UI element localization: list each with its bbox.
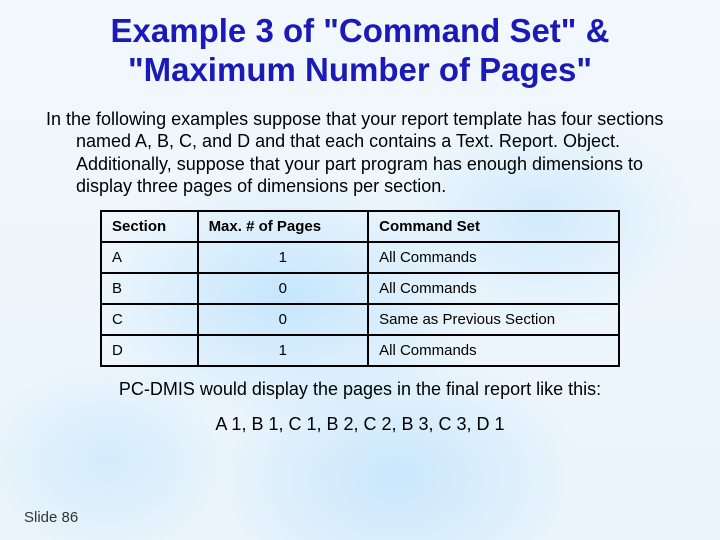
cell-section: B (101, 273, 198, 304)
table-row: B 0 All Commands (101, 273, 619, 304)
intro-paragraph: In the following examples suppose that y… (70, 108, 680, 198)
cell-maxpages: 1 (198, 242, 369, 273)
table-row: A 1 All Commands (101, 242, 619, 273)
cell-maxpages: 0 (198, 273, 369, 304)
table-row: D 1 All Commands (101, 335, 619, 366)
cell-commandset: All Commands (368, 242, 619, 273)
cell-maxpages: 1 (198, 335, 369, 366)
slide: Example 3 of "Command Set" & "Maximum Nu… (0, 0, 720, 540)
result-line: A 1, B 1, C 1, B 2, C 2, B 3, C 3, D 1 (40, 414, 680, 435)
cell-maxpages: 0 (198, 304, 369, 335)
col-header-section: Section (101, 211, 198, 242)
cell-section: C (101, 304, 198, 335)
cell-commandset: All Commands (368, 273, 619, 304)
slide-number: Slide 86 (24, 509, 78, 526)
cell-section: A (101, 242, 198, 273)
col-header-maxpages: Max. # of Pages (198, 211, 369, 242)
table-header-row: Section Max. # of Pages Command Set (101, 211, 619, 242)
col-header-commandset: Command Set (368, 211, 619, 242)
cell-section: D (101, 335, 198, 366)
result-intro: PC-DMIS would display the pages in the f… (40, 379, 680, 400)
table-row: C 0 Same as Previous Section (101, 304, 619, 335)
slide-title: Example 3 of "Command Set" & "Maximum Nu… (40, 12, 680, 90)
sections-table: Section Max. # of Pages Command Set A 1 … (100, 210, 620, 367)
cell-commandset: All Commands (368, 335, 619, 366)
cell-commandset: Same as Previous Section (368, 304, 619, 335)
